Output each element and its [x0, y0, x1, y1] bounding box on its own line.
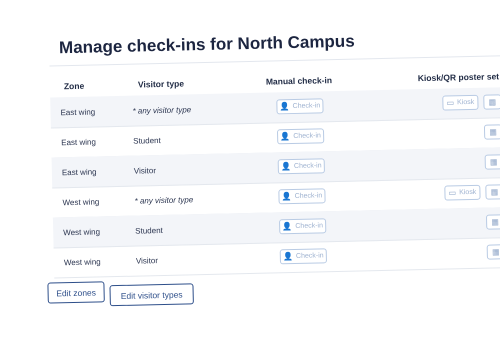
check-in-table: East wing * any visitor type 👤 Check-in ▭ Kio…: [0, 0, 500, 279]
check-in-button[interactable]: 👤 Check-in: [276, 128, 325, 145]
page-title: Manage check-ins for North Campus: [58, 31, 355, 58]
user-check-icon: 👤: [280, 161, 292, 171]
visitor-type-cell: * any visitor type: [132, 105, 192, 116]
visitor-type-cell: Student: [133, 136, 161, 146]
user-check-icon: 👤: [281, 191, 292, 201]
zone-cell: West wing: [63, 227, 101, 238]
check-in-panel: Manage check-ins for North Campus Zone V…: [0, 0, 500, 357]
qr-poster-button[interactable]: ▦: [486, 244, 500, 260]
kiosk-label: Kiosk: [459, 188, 477, 197]
zone-cell: West wing: [62, 197, 100, 208]
kiosk-button[interactable]: ▭ Kiosk: [444, 184, 481, 201]
qr-poster-button[interactable]: ▦: [485, 184, 500, 200]
zone-cell: East wing: [61, 137, 96, 148]
qr-grid-icon: ▦: [490, 186, 499, 197]
qr-poster-button[interactable]: ▦: [483, 124, 500, 140]
user-check-icon: 👤: [282, 221, 293, 231]
qr-grid-icon: ▦: [489, 126, 497, 137]
qr-poster-button[interactable]: ▦: [485, 214, 500, 230]
check-in-button[interactable]: 👤 Check-in: [277, 158, 325, 175]
column-header-kiosk-qr: Kiosk/QR poster set: [417, 71, 500, 84]
edit-visitor-types-button[interactable]: Edit visitor types: [109, 283, 194, 307]
check-in-label: Check-in: [292, 102, 321, 111]
visitor-type-cell: Student: [135, 225, 163, 236]
check-in-label: Check-in: [294, 192, 323, 200]
user-check-icon: 👤: [280, 131, 291, 141]
qr-grid-icon: ▦: [488, 96, 497, 107]
kiosk-label: Kiosk: [457, 98, 475, 107]
check-in-button[interactable]: 👤 Check-in: [279, 248, 328, 265]
zone-cell: East wing: [60, 107, 96, 118]
column-header-visitor-type: Visitor type: [137, 78, 185, 90]
user-check-icon: 👤: [282, 251, 294, 261]
check-in-label: Check-in: [295, 222, 324, 230]
user-check-icon: 👤: [279, 101, 290, 111]
zone-cell: West wing: [63, 257, 101, 268]
column-header-zone: Zone: [63, 80, 85, 92]
qr-poster-button[interactable]: ▦: [483, 94, 500, 110]
check-in-label: Check-in: [295, 252, 324, 260]
tablet-icon: ▭: [446, 97, 455, 108]
column-header-manual-check-in: Manual check-in: [265, 75, 333, 87]
visitor-type-cell: Visitor: [133, 166, 157, 176]
check-in-button[interactable]: 👤 Check-in: [276, 98, 324, 115]
visitor-type-cell: * any visitor type: [134, 195, 194, 206]
tablet-icon: ▭: [448, 187, 457, 197]
edit-zones-button[interactable]: Edit zones: [47, 281, 105, 304]
kiosk-button[interactable]: ▭ Kiosk: [442, 94, 479, 111]
zone-cell: East wing: [61, 167, 97, 178]
check-in-label: Check-in: [293, 162, 322, 170]
qr-grid-icon: ▦: [491, 216, 499, 227]
qr-grid-icon: ▦: [491, 246, 500, 257]
qr-grid-icon: ▦: [489, 156, 498, 167]
check-in-label: Check-in: [293, 132, 321, 141]
visitor-type-cell: Visitor: [135, 256, 159, 266]
check-in-button[interactable]: 👤 Check-in: [279, 218, 327, 235]
qr-poster-button[interactable]: ▦: [484, 154, 500, 170]
check-in-button[interactable]: 👤 Check-in: [278, 188, 326, 205]
